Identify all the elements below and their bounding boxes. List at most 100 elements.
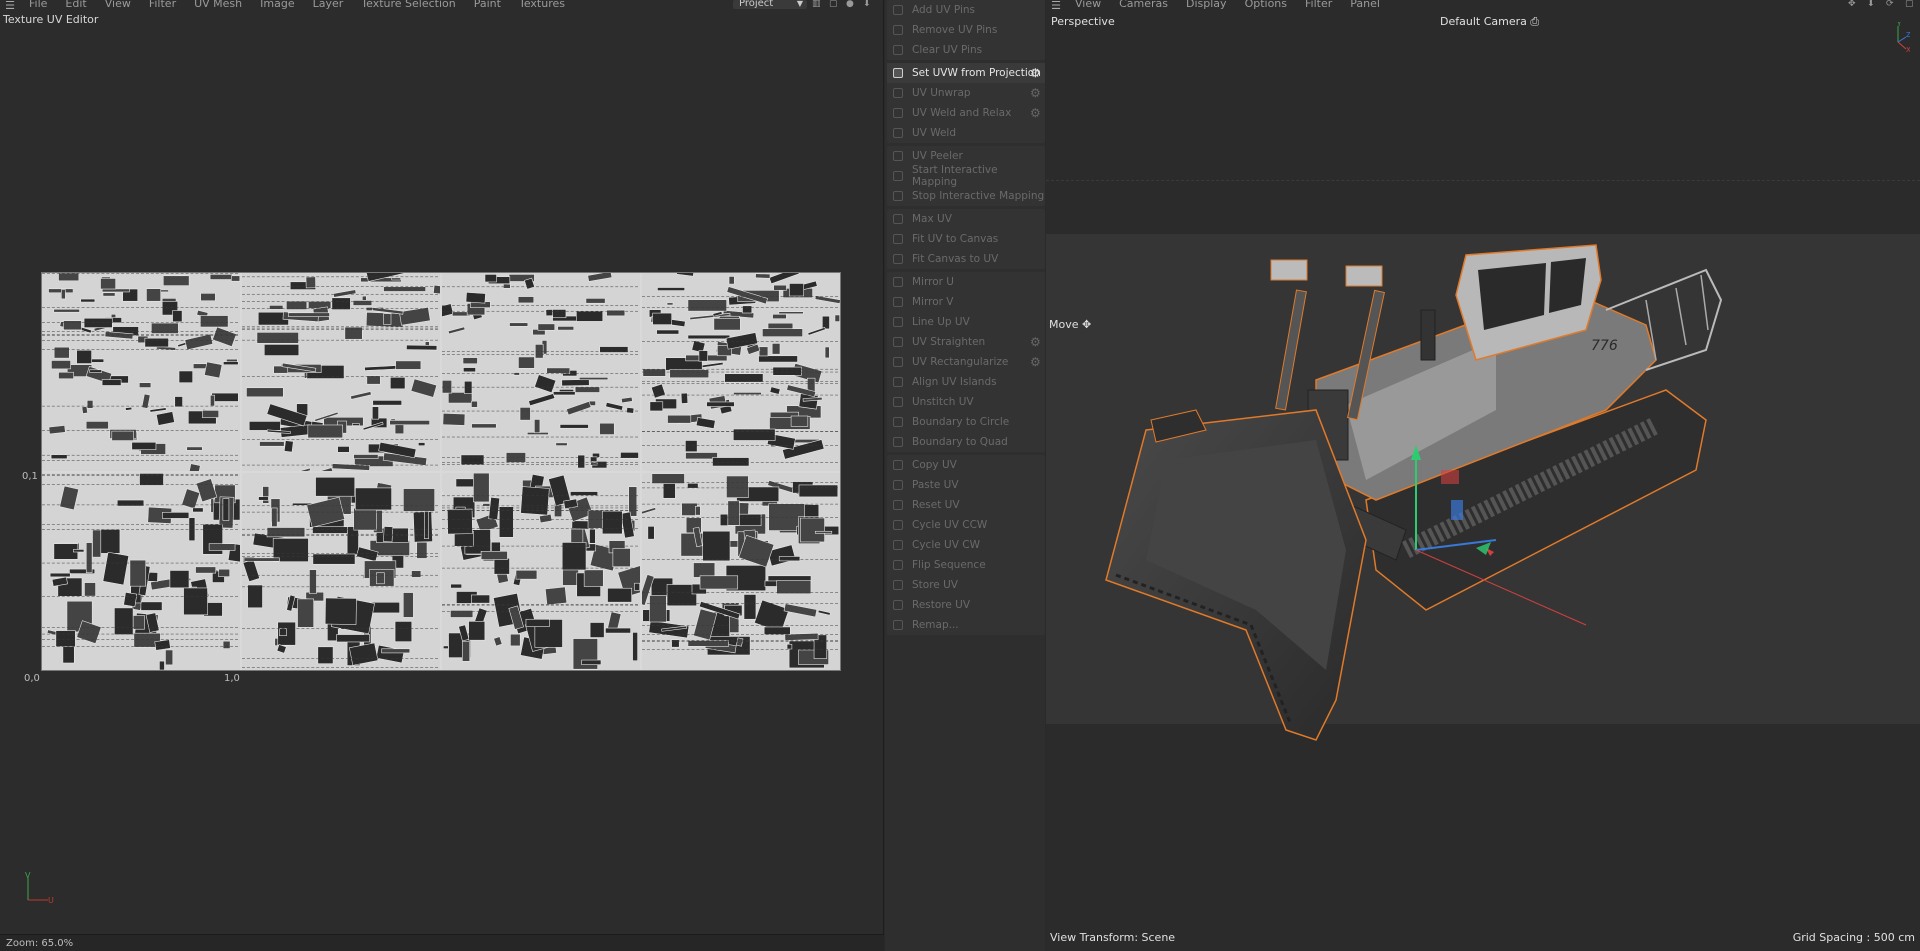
project-dropdown[interactable]: Project ▼: [733, 0, 807, 9]
hamburger-menu-icon[interactable]: ☰: [0, 0, 20, 10]
cmd-uv-weld[interactable]: UV Weld: [887, 123, 1045, 143]
cmd-clear-uv-pins[interactable]: Clear UV Pins: [887, 40, 1045, 60]
cmd-mirror-u[interactable]: Mirror U: [887, 272, 1045, 292]
cmd-label: UV Straighten: [912, 336, 986, 348]
cmd-label: Align UV Islands: [912, 376, 997, 388]
lock-icon[interactable]: ●: [846, 0, 857, 9]
cmd-label: Cycle UV CCW: [912, 519, 988, 531]
cmd-unstitch-uv[interactable]: Unstitch UV: [887, 392, 1045, 412]
arrow-down-icon[interactable]: ⬇: [863, 0, 874, 9]
cmd-uv-weld-and-relax[interactable]: UV Weld and Relax ⚙: [887, 103, 1045, 123]
cmd-label: Cycle UV CW: [912, 539, 980, 551]
cmd-fit-uv-to-canvas[interactable]: Fit UV to Canvas: [887, 229, 1045, 249]
cmd-cycle-uv-ccw[interactable]: Cycle UV CCW: [887, 515, 1045, 535]
menu-file[interactable]: File: [20, 0, 56, 10]
cmd-label: UV Weld and Relax: [912, 107, 1012, 119]
uv-peeler-icon: [893, 151, 903, 161]
menu-filter[interactable]: Filter: [140, 0, 185, 10]
layout-icon[interactable]: ▥: [812, 0, 823, 9]
bulldozer-model[interactable]: 776: [1046, 230, 1920, 760]
cmd-boundary-to-quad[interactable]: Boundary to Quad: [887, 432, 1045, 452]
gear-icon[interactable]: ⚙: [1030, 87, 1042, 99]
menu-view[interactable]: View: [96, 0, 140, 10]
menu-uv-mesh[interactable]: UV Mesh: [185, 0, 251, 10]
camera-name: Default Camera: [1440, 15, 1527, 28]
cmd-uv-unwrap[interactable]: UV Unwrap ⚙: [887, 83, 1045, 103]
cmd-max-uv[interactable]: Max UV: [887, 209, 1045, 229]
axis-v-label: V: [25, 871, 31, 880]
pan-icon[interactable]: ✥: [1848, 0, 1859, 9]
cmd-label: Reset UV: [912, 499, 960, 511]
cmd-label: UV Rectangularize: [912, 356, 1009, 368]
fit-canvas-to-uv-icon: [893, 254, 903, 264]
cmd-paste-uv[interactable]: Paste UV: [887, 475, 1045, 495]
cmd-flip-sequence[interactable]: Flip Sequence: [887, 555, 1045, 575]
max-uv-icon: [893, 214, 903, 224]
cmd-add-uv-pins[interactable]: Add UV Pins: [887, 0, 1045, 20]
cmd-uv-peeler[interactable]: UV Peeler: [887, 146, 1045, 166]
gear-icon[interactable]: ⚙: [1030, 336, 1042, 348]
gear-icon[interactable]: ⚙: [1030, 107, 1042, 119]
cmd-remove-uv-pins[interactable]: Remove UV Pins: [887, 20, 1045, 40]
cmd-mirror-v[interactable]: Mirror V: [887, 292, 1045, 312]
arrow-down-icon[interactable]: ⬇: [1867, 0, 1878, 9]
uv-rectangularize-icon: [893, 357, 903, 367]
hamburger-menu-icon[interactable]: ☰: [1046, 0, 1066, 10]
gear-icon[interactable]: ⚙: [1030, 356, 1042, 368]
menu-layer[interactable]: Layer: [304, 0, 353, 10]
vp-menu-panel[interactable]: Panel: [1341, 0, 1389, 10]
uv-tile: [42, 472, 240, 670]
menu-texture-selection[interactable]: Texture Selection: [352, 0, 464, 10]
viewport-menubar: ☰ View Cameras Display Options Filter Pa…: [1046, 0, 1920, 10]
uv-weld-icon: [893, 128, 903, 138]
cmd-set-uvw-from-projection[interactable]: Set UVW from Projection ⚙: [887, 63, 1045, 83]
vp-menu-cameras[interactable]: Cameras: [1110, 0, 1177, 10]
cmd-store-uv[interactable]: Store UV: [887, 575, 1045, 595]
uv-unwrap-icon: [893, 88, 903, 98]
axis-u-label: U: [48, 896, 54, 905]
vp-menu-options[interactable]: Options: [1236, 0, 1296, 10]
cmd-uv-straighten[interactable]: UV Straighten ⚙: [887, 332, 1045, 352]
uv-command-group: Mirror U Mirror V Line Up UV UV Straighten ⚙…: [887, 272, 1045, 452]
uv-label-u-one: 1,0: [224, 673, 240, 684]
grid-spacing-status: Grid Spacing : 500 cm: [1792, 931, 1915, 944]
cmd-reset-uv[interactable]: Reset UV: [887, 495, 1045, 515]
camera-icon: ⎙: [1530, 15, 1540, 28]
maximize-icon[interactable]: ▢: [1905, 0, 1916, 9]
menu-textures[interactable]: Textures: [510, 0, 574, 10]
cmd-cycle-uv-cw[interactable]: Cycle UV CW: [887, 535, 1045, 555]
vp-menu-display[interactable]: Display: [1177, 0, 1236, 10]
camera-selector[interactable]: Default Camera ⎙: [1440, 15, 1539, 29]
cmd-label: Fit UV to Canvas: [912, 233, 999, 245]
fit-uv-to-canvas-icon: [893, 234, 903, 244]
cmd-uv-rectangularize[interactable]: UV Rectangularize ⚙: [887, 352, 1045, 372]
view-name[interactable]: Perspective: [1051, 15, 1115, 28]
vp-menu-filter[interactable]: Filter: [1296, 0, 1341, 10]
uv-axis-gizmo-icon: V U: [25, 871, 54, 905]
uv-tile: [242, 273, 440, 471]
uv-command-group: Copy UV Paste UV Reset UV Cycle UV CCW Cycle…: [887, 455, 1045, 635]
cmd-align-uv-islands[interactable]: Align UV Islands: [887, 372, 1045, 392]
cmd-remap[interactable]: Remap...: [887, 615, 1045, 635]
cmd-label: Mirror V: [912, 296, 954, 308]
cmd-label: Start Interactive Mapping: [912, 164, 998, 188]
cmd-line-up-uv[interactable]: Line Up UV: [887, 312, 1045, 332]
cmd-stop-interactive-mapping[interactable]: Stop Interactive Mapping: [887, 186, 1045, 206]
cmd-restore-uv[interactable]: Restore UV: [887, 595, 1045, 615]
cmd-label: Boundary to Circle: [912, 416, 1010, 428]
menu-paint[interactable]: Paint: [465, 0, 510, 10]
menu-image[interactable]: Image: [251, 0, 303, 10]
cmd-label: UV Peeler: [912, 150, 963, 162]
cmd-start-interactive-mapping[interactable]: Start Interactive Mapping: [887, 164, 1045, 188]
cmd-fit-canvas-to-uv[interactable]: Fit Canvas to UV: [887, 249, 1045, 269]
rotate-icon[interactable]: ⟳: [1886, 0, 1897, 9]
vp-menu-view[interactable]: View: [1066, 0, 1110, 10]
window-icon[interactable]: ▢: [829, 0, 840, 9]
cmd-label: Remove UV Pins: [912, 24, 998, 36]
uv-canvas[interactable]: [41, 272, 841, 671]
perspective-viewport[interactable]: ☰ View Cameras Display Options Filter Pa…: [1046, 0, 1920, 951]
gear-icon[interactable]: ⚙: [1030, 67, 1042, 79]
menu-edit[interactable]: Edit: [56, 0, 95, 10]
cmd-copy-uv[interactable]: Copy UV: [887, 455, 1045, 475]
cmd-boundary-to-circle[interactable]: Boundary to Circle: [887, 412, 1045, 432]
